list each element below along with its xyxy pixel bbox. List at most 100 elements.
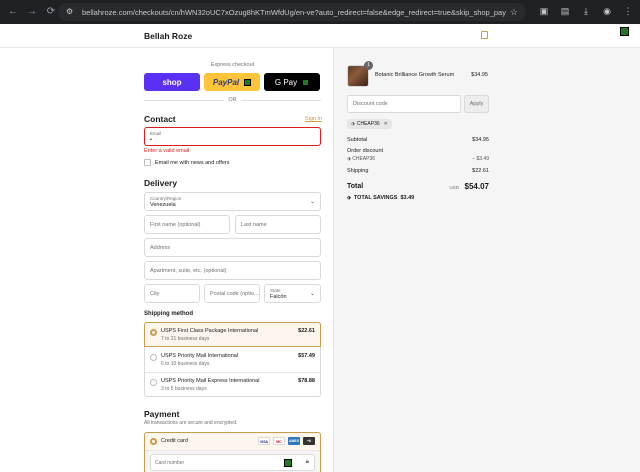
cast-icon[interactable]: ▤ <box>559 5 571 17</box>
address-input[interactable]: Address <box>144 238 321 257</box>
extensions-icon[interactable]: ▣ <box>538 5 550 17</box>
card-number-placeholder: Card number <box>155 460 185 466</box>
radio-selected[interactable] <box>150 438 157 445</box>
green-square-icon <box>244 78 252 86</box>
shipping-value: $22.61 <box>472 168 489 174</box>
or-divider: OR <box>144 96 321 104</box>
tag-icon: ⬗ <box>351 121 355 127</box>
card-fields: Card number 🔒︎ <box>145 450 320 472</box>
visa-icon: VISA <box>258 437 270 445</box>
state-value: Falcón <box>270 294 287 300</box>
green-square-icon <box>284 459 292 467</box>
total-value: $54.07 <box>464 182 489 191</box>
shopping-bag-icon[interactable] <box>481 31 488 39</box>
brand-name[interactable]: Bellah Roze <box>144 31 192 41</box>
email-label: Email <box>150 131 162 136</box>
express-checkout-label: Express checkout <box>210 62 255 68</box>
newsletter-row[interactable]: Email me with news and offers <box>144 159 230 166</box>
country-select[interactable]: Country/Region Venezuela ⌄ <box>144 192 321 211</box>
shipping-option[interactable]: USPS First Class Package International 7… <box>144 322 321 347</box>
product-price: $34.95 <box>471 72 488 78</box>
profile-icon[interactable]: ◉ <box>601 5 613 17</box>
payment-heading: Payment <box>144 409 180 419</box>
lock-icon: 🔒︎ <box>305 459 309 465</box>
newsletter-label: Email me with news and offers <box>155 159 230 166</box>
google-pay-label: G Pay <box>274 77 298 87</box>
arrow-left-icon[interactable]: ← <box>6 5 20 19</box>
apartment-input[interactable]: Apartment, suite, etc. (optional) <box>144 261 321 280</box>
arrow-right-icon[interactable]: → <box>25 5 39 19</box>
email-value: • <box>150 137 152 143</box>
mastercard-icon: MC <box>273 437 285 445</box>
contact-heading: Contact <box>144 114 176 124</box>
postal-code-placeholder: Postal code (optio... <box>210 291 259 297</box>
download-icon[interactable]: ⤓ <box>580 5 592 17</box>
google-pay-button[interactable]: G Pay <box>264 73 320 91</box>
first-name-placeholder: First name (optional) <box>150 222 201 228</box>
savings-value: $3.49 <box>400 195 415 201</box>
total-label: Total <box>347 183 364 190</box>
shipping-row: Shipping $22.61 <box>347 168 489 176</box>
checkout-header: Bellah Roze <box>0 24 640 48</box>
apply-button[interactable]: Apply <box>464 95 489 113</box>
currency-label: USD <box>449 185 459 190</box>
shipping-option-time: 6 to 10 business days <box>161 361 210 367</box>
discount-code-input[interactable]: Discount code <box>347 95 461 113</box>
country-value: Venezuela <box>150 202 176 208</box>
radio-unselected[interactable] <box>150 379 157 386</box>
or-label: OR <box>228 97 237 103</box>
reload-icon[interactable]: ⟳ <box>44 5 58 19</box>
radio-unselected[interactable] <box>150 354 157 361</box>
shipping-option-name: USPS First Class Package International <box>161 328 259 334</box>
total-row: Total USD $54.07 <box>347 182 489 192</box>
shipping-option-time: 3 to 5 business days <box>161 386 207 392</box>
subtotal-row: Subtotal $34.95 <box>347 137 489 145</box>
state-select[interactable]: State Falcón ⌄ <box>264 284 321 303</box>
city-input[interactable]: City <box>144 284 200 303</box>
radio-selected[interactable] <box>150 329 157 336</box>
payment-subtitle: All transactions are secure and encrypte… <box>144 420 238 426</box>
shipping-option-name: USPS Priority Mail International <box>161 353 239 359</box>
shop-pay-button[interactable]: shop <box>144 73 200 91</box>
first-name-input[interactable]: First name (optional) <box>144 215 230 234</box>
shipping-option-price: $57.49 <box>298 353 315 359</box>
paypal-button[interactable]: PayPal <box>204 73 260 91</box>
shipping-option[interactable]: USPS Priority Mail Express International… <box>145 373 320 398</box>
card-number-input[interactable]: Card number 🔒︎ <box>150 454 315 471</box>
last-name-input[interactable]: Last name <box>235 215 321 234</box>
email-error: Enter a valid email <box>144 148 190 154</box>
subtotal-label: Subtotal <box>347 137 368 143</box>
url-text: bellahroze.com/checkouts/cn/hWN32oUC7xOz… <box>82 7 506 17</box>
address-bar[interactable]: ⚙ bellahroze.com/checkouts/cn/hWN32oUC7x… <box>58 3 526 21</box>
green-square-icon <box>620 27 629 36</box>
city-placeholder: City <box>150 291 160 297</box>
discount-code-row: ⬗ CHEAP36 − $3.49 <box>347 156 489 164</box>
site-info-icon[interactable]: ⚙ <box>66 7 76 17</box>
discount-code-label: ⬗ CHEAP36 <box>347 156 375 162</box>
close-icon[interactable]: ✕ <box>384 121 388 127</box>
menu-icon[interactable]: ⋮ <box>622 5 634 17</box>
shipping-option-name: USPS Priority Mail Express International <box>161 378 260 384</box>
green-square-icon <box>302 78 310 86</box>
shipping-option-time: 7 to 21 business days <box>161 336 210 342</box>
more-cards-badge: +6 <box>303 437 315 445</box>
discount-tag: ⬗ CHEAP36 ✕ <box>347 119 392 129</box>
credit-card-label: Credit card <box>161 438 188 444</box>
delivery-heading: Delivery <box>144 178 178 188</box>
bookmark-star-icon[interactable]: ☆ <box>510 7 518 18</box>
country-label: Country/Region <box>150 196 182 201</box>
amex-icon: AMEX <box>288 437 300 445</box>
subtotal-value: $34.95 <box>472 137 489 143</box>
newsletter-checkbox[interactable] <box>144 159 151 166</box>
shipping-option[interactable]: USPS Priority Mail International 6 to 10… <box>145 348 320 373</box>
postal-code-input[interactable]: Postal code (optio... <box>204 284 260 303</box>
credit-card-option[interactable]: Credit card VISA MC AMEX +6 <box>145 433 320 450</box>
product-name: Botanic Brilliance Growth Serum <box>375 72 455 78</box>
email-field[interactable]: Email • <box>144 127 321 146</box>
sign-in-link[interactable]: Sign in <box>305 116 322 122</box>
paypal-label: PayPal <box>212 77 240 87</box>
savings-label: TOTAL SAVINGS <box>353 195 398 201</box>
last-name-placeholder: Last name <box>241 222 267 228</box>
shop-pay-label: shop <box>162 77 182 87</box>
order-discount-row: Order discount <box>347 148 489 156</box>
